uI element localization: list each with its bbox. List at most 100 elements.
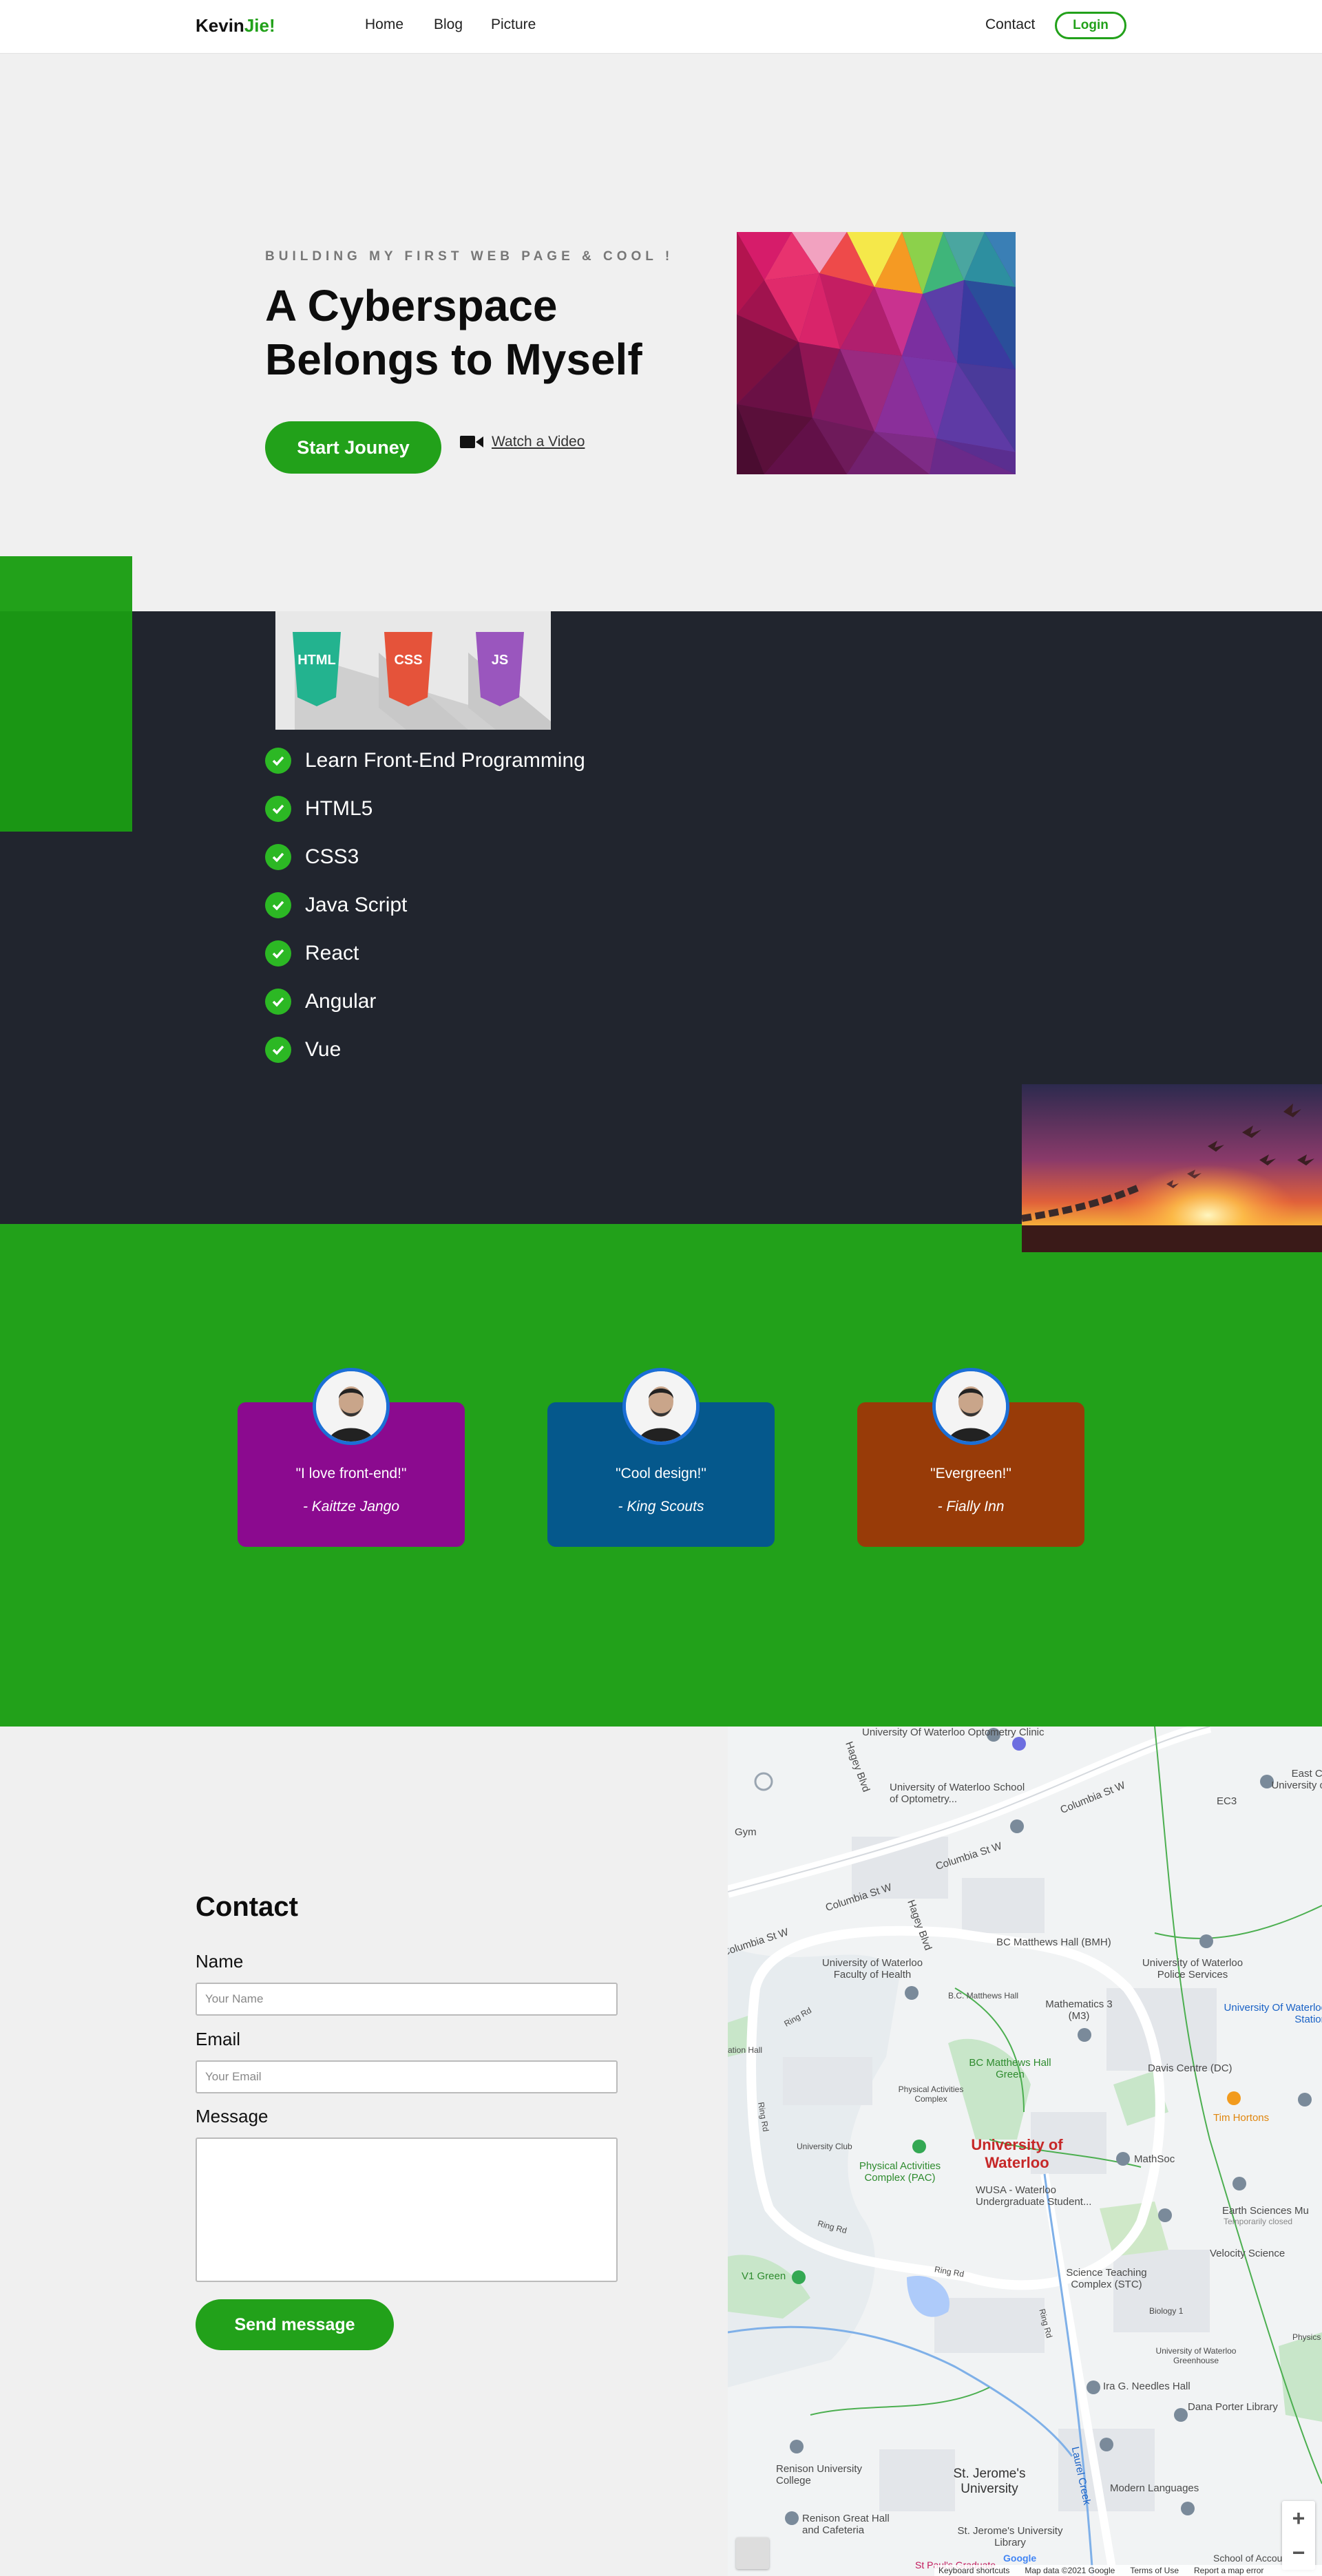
map-label: University of Waterloo bbox=[971, 2136, 1063, 2171]
skill-label: Vue bbox=[305, 1038, 342, 1061]
map-footer: Keyboard shortcuts Map data ©2021 Google… bbox=[934, 2565, 1322, 2576]
hero-title-line2: Belongs to Myself bbox=[265, 335, 642, 384]
map-label: Modern Languages bbox=[1110, 2482, 1199, 2494]
nav-contact[interactable]: Contact bbox=[985, 17, 1035, 33]
skill-label: Learn Front-End Programming bbox=[305, 749, 585, 772]
nav-home[interactable]: Home bbox=[365, 17, 403, 33]
map-label: St. Jerome's University Library bbox=[957, 2525, 1063, 2548]
check-icon bbox=[265, 940, 291, 967]
check-icon bbox=[265, 844, 291, 870]
map-label: BC Matthews Hall (BMH) bbox=[996, 1936, 1111, 1948]
map-label: Earth Sciences Mu bbox=[1222, 2205, 1309, 2217]
map-label: Dana Porter Library bbox=[1188, 2401, 1278, 2413]
terms-link[interactable]: Terms of Use bbox=[1130, 2566, 1179, 2575]
street-view-button[interactable] bbox=[736, 2537, 769, 2569]
birds-chain-image bbox=[1022, 1084, 1322, 1252]
map-label: East Ca University of bbox=[1271, 1768, 1322, 1791]
map-label: Physics bbox=[1292, 2332, 1321, 2342]
skill-item: Vue bbox=[265, 1036, 341, 1064]
email-label: Email bbox=[196, 2029, 241, 2049]
check-icon bbox=[265, 989, 291, 1015]
map-label: B.C. Matthews Hall bbox=[948, 1991, 1019, 2000]
map-label: University Club bbox=[797, 2142, 852, 2151]
login-button[interactable]: Login bbox=[1055, 12, 1126, 39]
skill-item: Java Script bbox=[265, 891, 407, 919]
map-label: Renison Great Hall and Cafeteria bbox=[802, 2513, 890, 2536]
green-accent-block bbox=[0, 556, 132, 832]
check-icon bbox=[265, 796, 291, 822]
avatar bbox=[932, 1368, 1009, 1445]
testimonial-quote: "Evergreen!" bbox=[930, 1466, 1011, 1481]
campus-map[interactable]: University Of Waterloo Optometry Clinic … bbox=[728, 1727, 1322, 2576]
check-icon bbox=[265, 748, 291, 774]
watch-video-link[interactable]: Watch a Video bbox=[460, 434, 585, 450]
map-label: Renison University College bbox=[776, 2463, 863, 2487]
brand-logo[interactable]: KevinJie! bbox=[196, 15, 275, 36]
brand-accent: Jie! bbox=[244, 15, 275, 36]
video-camera-icon bbox=[460, 436, 483, 448]
nav-blog[interactable]: Blog bbox=[434, 17, 463, 33]
badge-js: JS bbox=[492, 653, 508, 668]
testimonial-quote: "I love front-end!" bbox=[295, 1466, 407, 1481]
map-label: Science Teaching Complex (STC) bbox=[1066, 2267, 1147, 2290]
nav-picture[interactable]: Picture bbox=[491, 17, 536, 33]
map-label: Physical Activities Complex (PAC) bbox=[859, 2160, 941, 2184]
map-label: Mathematics 3 (M3) bbox=[1045, 1998, 1113, 2022]
map-label: MathSoc bbox=[1134, 2153, 1175, 2165]
skill-label: HTML5 bbox=[305, 797, 373, 820]
message-field[interactable] bbox=[196, 2137, 618, 2282]
zoom-in-button[interactable]: + bbox=[1282, 2501, 1315, 2535]
map-label: EC3 bbox=[1217, 1795, 1237, 1807]
avatar bbox=[313, 1368, 390, 1445]
contact-title: Contact bbox=[196, 1892, 298, 1922]
skill-label: Java Script bbox=[305, 894, 408, 916]
name-field[interactable]: Your Name bbox=[196, 1983, 618, 2016]
map-label: BC Matthews Hall Green bbox=[969, 2057, 1051, 2080]
map-label: St. Jerome's University bbox=[953, 2467, 1026, 2496]
map-label: Davis Centre (DC) bbox=[1148, 2062, 1232, 2074]
hero-polygon-image bbox=[737, 232, 1016, 474]
testimonial-author: - Kaittze Jango bbox=[302, 1499, 400, 1514]
navbar: KevinJie! Home Blog Picture Contact Logi… bbox=[0, 0, 1322, 54]
skill-item: Learn Front-End Programming bbox=[265, 747, 585, 774]
brand-main: Kevin bbox=[196, 15, 244, 36]
badge-css: CSS bbox=[394, 653, 422, 668]
name-label: Name bbox=[196, 1951, 244, 1972]
map-label: Biology 1 bbox=[1149, 2306, 1184, 2316]
map-label: University of Waterloo Greenhouse bbox=[1155, 2346, 1237, 2365]
skill-item: React bbox=[265, 940, 359, 967]
message-label: Message bbox=[196, 2106, 269, 2126]
testimonial-quote: "Cool design!" bbox=[616, 1466, 706, 1481]
map-label: University Of Waterloo Station bbox=[1224, 2002, 1322, 2025]
zoom-controls: + − bbox=[1282, 2501, 1315, 2570]
check-icon bbox=[265, 1037, 291, 1063]
map-label: Temporarily closed bbox=[1224, 2217, 1293, 2226]
keyboard-shortcuts-link[interactable]: Keyboard shortcuts bbox=[938, 2566, 1009, 2575]
map-label: Gym bbox=[735, 1826, 757, 1838]
tech-badges: HTML CSS JS bbox=[275, 611, 551, 730]
skill-item: HTML5 bbox=[265, 795, 373, 823]
hero-title: A Cyberspace Belongs to Myself bbox=[265, 279, 692, 386]
map-label: University Of Waterloo Optometry Clinic bbox=[862, 1727, 1045, 1738]
map-label: Ira G. Needles Hall bbox=[1103, 2380, 1190, 2392]
skill-label: CSS3 bbox=[305, 845, 359, 868]
map-label: University of Waterloo Police Services bbox=[1142, 1957, 1244, 1981]
google-logo: Google bbox=[1003, 2553, 1037, 2564]
skill-label: Angular bbox=[305, 990, 377, 1013]
map-label: University of Waterloo School of Optomet… bbox=[890, 1782, 1025, 1805]
map-label: Tim Hortons bbox=[1213, 2112, 1270, 2124]
email-field[interactable]: Your Email bbox=[196, 2060, 618, 2093]
map-label: V1 Green bbox=[742, 2270, 786, 2282]
testimonial-author: - King Scouts bbox=[618, 1499, 704, 1514]
badge-html: HTML bbox=[297, 653, 336, 668]
send-message-button[interactable]: Send message bbox=[196, 2299, 394, 2350]
map-label: Velocity Science bbox=[1210, 2248, 1286, 2259]
check-icon bbox=[265, 892, 291, 918]
skill-item: CSS3 bbox=[265, 843, 359, 871]
testimonial-author: - Fially Inn bbox=[937, 1499, 1005, 1514]
report-error-link[interactable]: Report a map error bbox=[1194, 2566, 1263, 2575]
start-journey-button[interactable]: Start Jouney bbox=[265, 421, 441, 474]
map-label: University of Waterloo Faculty of Health bbox=[821, 1957, 923, 1981]
avatar bbox=[622, 1368, 700, 1445]
map-data-text: Map data ©2021 Google bbox=[1025, 2566, 1115, 2575]
